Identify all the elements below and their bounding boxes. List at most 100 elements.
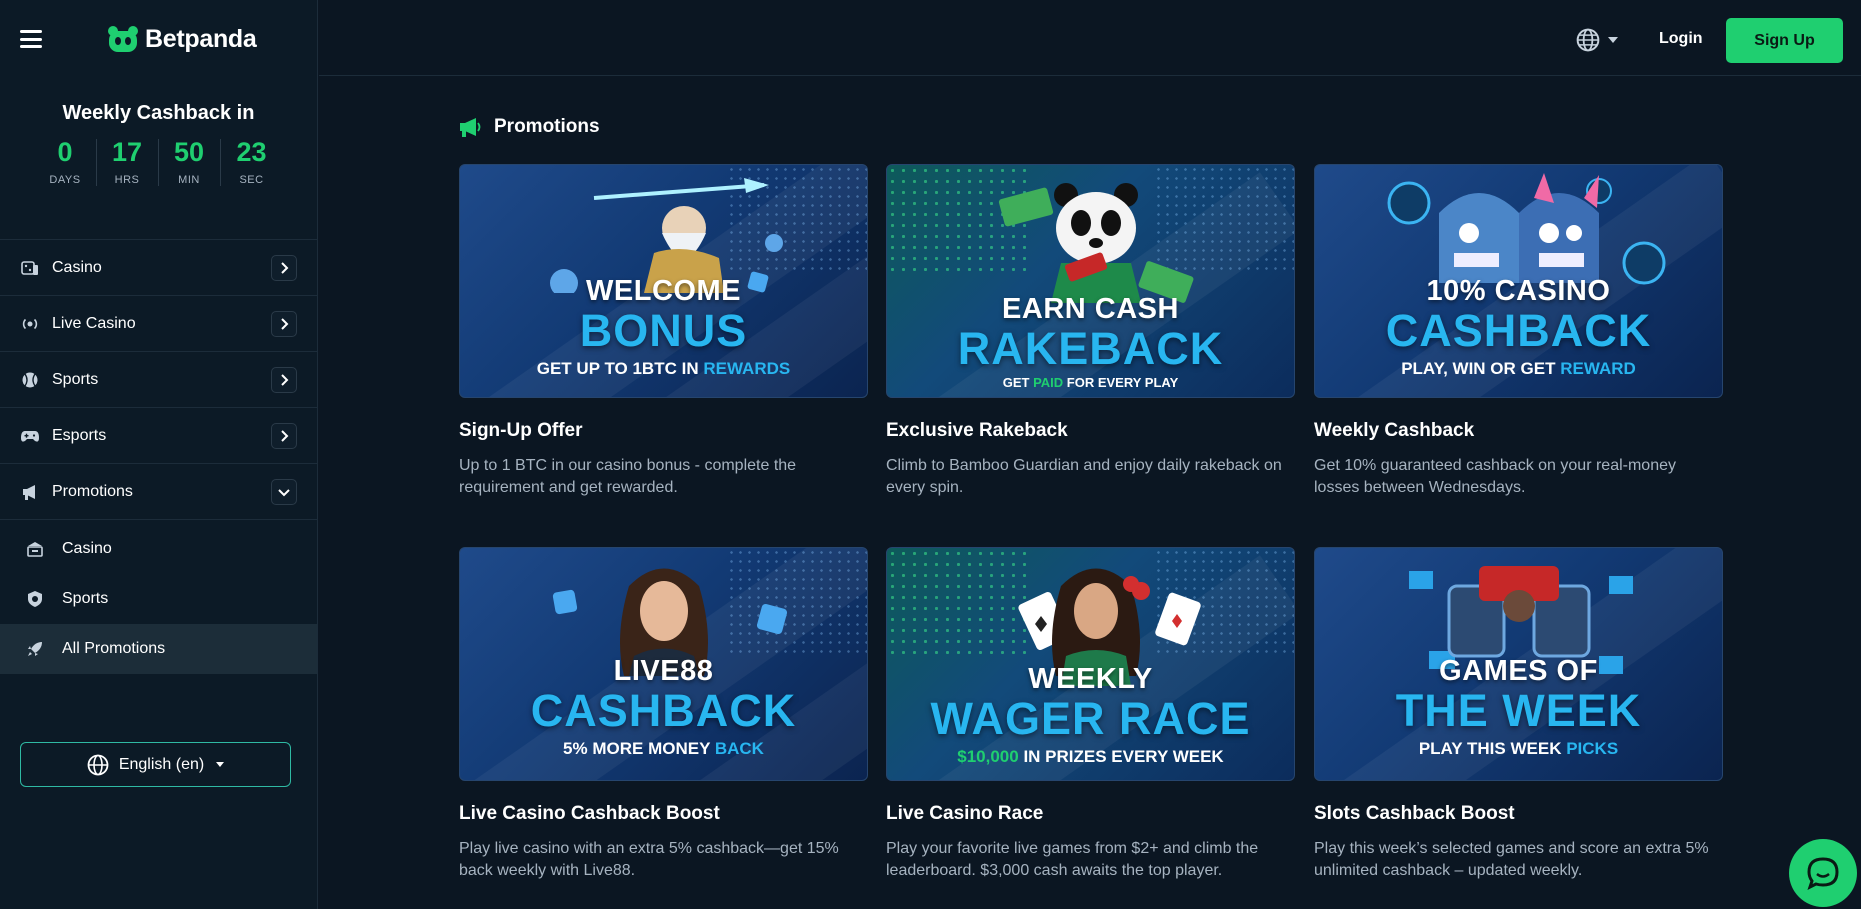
countdown-unit: SEC	[239, 174, 264, 186]
promo-banner[interactable]: WELCOME BONUS GET UP TO 1BTC IN REWARDS	[459, 164, 868, 398]
countdown: 0 DAYS 17 HRS 50 MIN 23 SEC	[0, 139, 317, 186]
banner-line-1: WELCOME	[586, 275, 741, 307]
gamepad-icon	[20, 426, 40, 446]
shield-ball-icon	[25, 589, 45, 609]
globe-icon	[1576, 28, 1600, 52]
sidebar-item-casino[interactable]: Casino	[0, 240, 317, 296]
sidebar-subitem-all-promotions[interactable]: All Promotions	[0, 624, 317, 674]
banner-line-2: CASHBACK	[1385, 305, 1652, 356]
countdown-seconds: 23 SEC	[221, 137, 283, 187]
sidebar-top: Betpanda	[0, 0, 317, 78]
sidebar: Betpanda Weekly Cashback in 0 DAYS 17 HR…	[0, 0, 318, 909]
sidebar-subitem-label: All Promotions	[62, 640, 166, 657]
promo-card-slots-cashback-boost[interactable]: GAMES OF THE WEEK PLAY THIS WEEK PICKS S…	[1314, 547, 1723, 882]
banner-line-1: LIVE88	[613, 655, 714, 687]
promo-banner[interactable]: GAMES OF THE WEEK PLAY THIS WEEK PICKS	[1314, 547, 1723, 781]
card-description: Play live casino with an extra 5% cashba…	[459, 840, 839, 879]
login-button[interactable]: Login	[1659, 30, 1703, 48]
sidebar-item-sports[interactable]: Sports	[0, 352, 317, 408]
logo[interactable]: Betpanda	[107, 25, 257, 54]
language-menu[interactable]	[1576, 28, 1618, 52]
sidebar-item-promotions[interactable]: Promotions	[0, 464, 317, 520]
sidebar-subitem-casino[interactable]: Casino	[0, 524, 317, 574]
card-title[interactable]: Live Casino Race	[886, 803, 1295, 825]
chat-icon	[1807, 857, 1839, 890]
sidebar-item-esports[interactable]: Esports	[0, 408, 317, 464]
chevron-right-icon[interactable]	[271, 366, 297, 393]
megaphone-icon	[460, 118, 481, 137]
countdown-unit: HRS	[114, 174, 140, 186]
caret-down-icon	[1608, 37, 1618, 43]
banner-line-2: BONUS	[579, 305, 748, 356]
promo-banner[interactable]: WEEKLY WAGER RACE $10,000 IN PRIZES EVER…	[886, 547, 1295, 781]
promo-banner[interactable]: 10% CASINO CASHBACK PLAY, WIN OR GET REW…	[1314, 164, 1723, 398]
countdown-value: 17	[111, 137, 143, 167]
countdown-unit: DAYS	[49, 174, 81, 186]
caret-down-icon	[216, 762, 225, 767]
casino-icon	[20, 258, 40, 278]
chevron-right-icon[interactable]	[271, 422, 297, 449]
card-title[interactable]: Live Casino Cashback Boost	[459, 803, 868, 825]
promo-card-exclusive-rakeback[interactable]: EARN CASH RAKEBACK GET PAID FOR EVERY PL…	[886, 164, 1295, 499]
card-title[interactable]: Exclusive Rakeback	[886, 420, 1295, 442]
chevron-down-icon[interactable]	[271, 478, 297, 505]
promo-banner[interactable]: LIVE88 CASHBACK 5% MORE MONEY BACK	[459, 547, 868, 781]
rocket-icon	[25, 639, 45, 659]
section-title: Promotions	[494, 116, 600, 137]
card-title[interactable]: Slots Cashback Boost	[1314, 803, 1723, 825]
megaphone-icon	[20, 482, 40, 502]
menu-icon[interactable]	[20, 30, 42, 48]
card-title[interactable]: Weekly Cashback	[1314, 420, 1723, 442]
live-broadcast-icon	[20, 314, 40, 334]
sidebar-item-label: Casino	[52, 258, 102, 276]
card-description: Get 10% guaranteed cashback on your real…	[1314, 457, 1676, 496]
card-description: Climb to Bamboo Guardian and enjoy daily…	[886, 457, 1282, 496]
sidebar-item-label: Sports	[52, 370, 99, 388]
banner-line-2: THE WEEK	[1395, 685, 1642, 736]
banner-line-3: GET PAID FOR EVERY PLAY	[1002, 375, 1179, 390]
sidebar-item-live-casino[interactable]: Live Casino	[0, 296, 317, 352]
card-description: Play this week’s selected games and scor…	[1314, 840, 1709, 879]
language-label: English (en)	[118, 755, 205, 773]
card-title[interactable]: Sign-Up Offer	[459, 420, 868, 442]
banner-line-3: 5% MORE MONEY BACK	[563, 739, 764, 758]
promo-card-live-casino-cashback-boost[interactable]: LIVE88 CASHBACK 5% MORE MONEY BACK Live …	[459, 547, 868, 882]
building-icon	[25, 539, 45, 559]
sidebar-subitem-label: Sports	[62, 590, 109, 607]
signup-button[interactable]: Sign Up	[1726, 18, 1843, 63]
top-header: Login Sign Up	[319, 0, 1861, 76]
live-chat-button[interactable]	[1789, 839, 1857, 907]
chevron-right-icon[interactable]	[271, 310, 297, 337]
promo-banner[interactable]: EARN CASH RAKEBACK GET PAID FOR EVERY PL…	[886, 164, 1295, 398]
banner-line-3: $10,000 IN PRIZES EVERY WEEK	[957, 747, 1224, 766]
card-description: Play your favorite live games from $2+ a…	[886, 840, 1259, 879]
language-selector[interactable]: English (en)	[20, 742, 291, 787]
countdown-days: 0 DAYS	[35, 139, 97, 186]
sidebar-item-label: Live Casino	[52, 314, 136, 332]
banner-line-3: PLAY THIS WEEK PICKS	[1418, 739, 1619, 758]
countdown-value: 0	[57, 137, 73, 167]
countdown-unit: MIN	[178, 174, 200, 186]
banner-line-2: RAKEBACK	[957, 323, 1224, 374]
promo-card-live-casino-race[interactable]: WEEKLY WAGER RACE $10,000 IN PRIZES EVER…	[886, 547, 1295, 882]
promotions-heading: Promotions	[458, 116, 600, 138]
banner-line-3: GET UP TO 1BTC IN REWARDS	[536, 359, 791, 378]
banner-line-1: EARN CASH	[1002, 293, 1179, 325]
promo-card-weekly-cashback[interactable]: 10% CASINO CASHBACK PLAY, WIN OR GET REW…	[1314, 164, 1723, 499]
brand-name: Betpanda	[145, 24, 257, 53]
countdown-value: 23	[236, 137, 267, 167]
banner-line-1: 10% CASINO	[1426, 275, 1611, 307]
sidebar-item-label: Esports	[52, 426, 107, 444]
banner-line-1: WEEKLY	[1028, 663, 1153, 695]
card-description: Up to 1 BTC in our casino bonus - comple…	[459, 457, 797, 496]
promo-card-signup-offer[interactable]: WELCOME BONUS GET UP TO 1BTC IN REWARDS …	[459, 164, 868, 499]
sports-ball-icon	[20, 370, 40, 390]
countdown-minutes: 50 MIN	[159, 139, 221, 186]
sidebar-subitem-sports[interactable]: Sports	[0, 574, 317, 624]
chevron-right-icon[interactable]	[271, 254, 297, 281]
banner-line-2: CASHBACK	[530, 685, 797, 736]
cashback-title: Weekly Cashback in	[62, 102, 255, 124]
banner-line-1: GAMES OF	[1439, 655, 1598, 687]
countdown-value: 50	[173, 137, 205, 167]
globe-icon	[87, 754, 109, 775]
